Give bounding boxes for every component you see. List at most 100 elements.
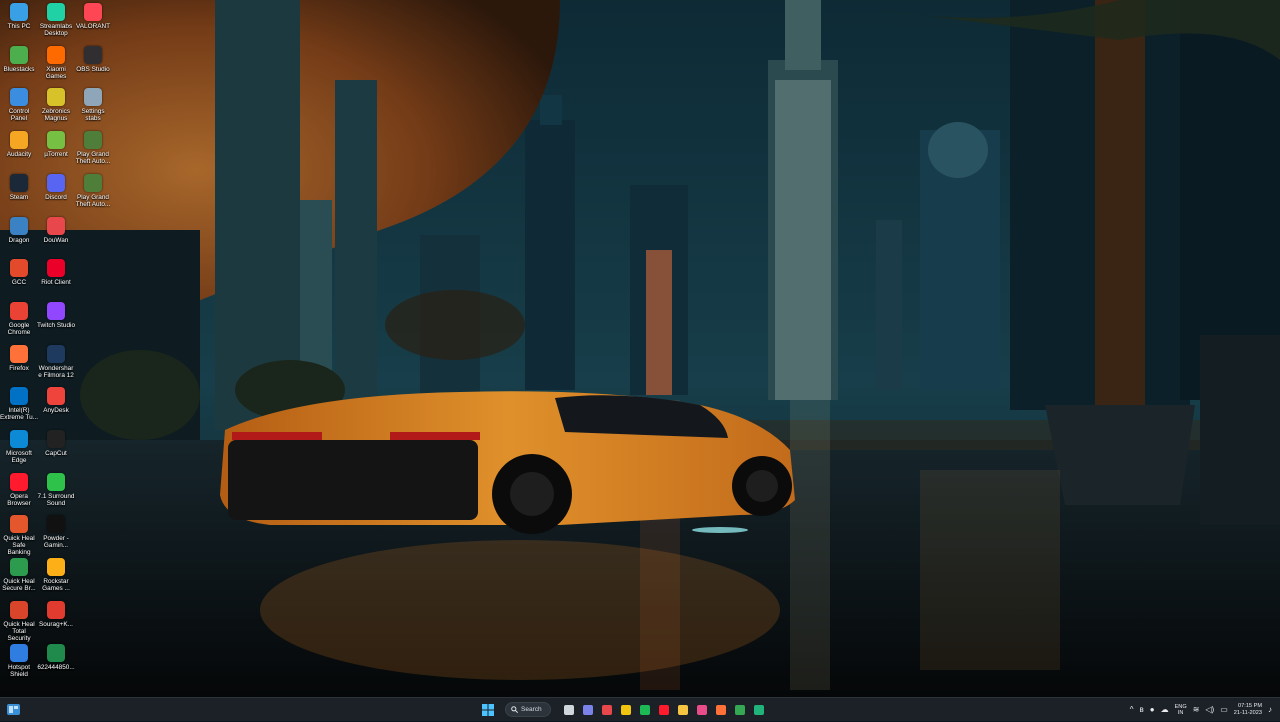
capcut-icon <box>47 430 65 448</box>
desktop-icon-powder[interactable]: Powder - Gamin... <box>37 515 75 549</box>
desktop-icon-control-panel[interactable]: Control Panel <box>0 88 38 122</box>
taskbar-app-spotify[interactable] <box>637 702 652 717</box>
windows-start-icon <box>481 703 494 716</box>
desktop-icon-pdf-file[interactable]: Sourag+K... <box>37 600 75 628</box>
desktop-icon-filmora[interactable]: Wondershare Filmora 12 <box>37 344 75 379</box>
desktop-icon-label: Wondershare Filmora 12 <box>38 364 74 379</box>
widgets-icon <box>7 704 20 715</box>
taskbar-app-task-view[interactable] <box>561 702 576 717</box>
chevron-up-icon[interactable]: ^ <box>1130 705 1134 714</box>
desktop-icon-label: Zebronics Magnus <box>41 108 71 123</box>
xiaomi-games-icon <box>47 45 65 64</box>
desktop-icon-utorrent[interactable]: µTorrent <box>37 131 75 158</box>
desktop-icon-twitch[interactable]: Twitch Studio <box>37 301 76 329</box>
desktop-icon-zebronics[interactable]: Zebronics Magnus <box>37 88 75 122</box>
desktop-icon-douwan[interactable]: DouWan <box>37 216 75 244</box>
desktop-icon-label: 622444850... <box>37 663 75 671</box>
desktop-icon-quickheal-browser[interactable]: Quick Heal Secure Br... <box>0 558 38 592</box>
desktop-icon-rockstar[interactable]: Rockstar Games ... <box>37 558 75 592</box>
desktop-icon-label: This PC <box>7 23 31 30</box>
desktop-icon-valorant[interactable]: VALORANT <box>74 3 112 30</box>
desktop-icon-opera[interactable]: Opera Browser <box>0 472 38 507</box>
this-pc-icon <box>10 3 28 21</box>
desktop-icon-bluestacks[interactable]: Bluestacks <box>0 45 38 73</box>
battery-icon[interactable]: ▭ <box>1220 705 1228 714</box>
desktop-icon-quickheal-total[interactable]: Quick Heal Total Security <box>0 600 38 642</box>
wifi-icon[interactable]: ≋ <box>1193 705 1200 714</box>
opera-icon <box>658 704 669 715</box>
taskbar-app-active-app[interactable] <box>751 702 766 717</box>
desktop-icon-audacity[interactable]: Audacity <box>0 131 38 158</box>
quickheal-total-icon <box>10 600 28 619</box>
desktop-icon-label: Bluestacks <box>3 65 35 73</box>
desktop-icon-gta[interactable]: Play Grand Theft Auto... <box>74 131 112 165</box>
taskbar-app-chat[interactable] <box>580 702 595 717</box>
taskbar-app-opera[interactable] <box>656 702 671 717</box>
language-indicator[interactable]: ENG IN <box>1175 704 1187 716</box>
gcc-icon <box>10 259 28 278</box>
desktop-icon-label: OBS Studio <box>76 65 110 73</box>
desktop-icon-capcut[interactable]: CapCut <box>37 430 75 457</box>
desktop-icon-label: CapCut <box>45 450 67 457</box>
desktop-icon-label: Steam <box>9 193 29 201</box>
volume-icon[interactable]: ◁) <box>1205 705 1214 714</box>
desktop-icon-edge[interactable]: Microsoft Edge <box>0 430 38 464</box>
desktop-icon-streamlabs[interactable]: Streamlabs Desktop <box>37 3 75 37</box>
steam-icon <box>10 173 28 192</box>
desktop-icon-gcc[interactable]: GCC <box>0 259 38 286</box>
desktop-icon-this-pc[interactable]: This PC <box>0 3 38 30</box>
taskbar-app-file-explorer[interactable] <box>675 702 690 717</box>
desktop-icon-intel[interactable]: Intel(R) Extreme Tu... <box>0 387 38 421</box>
taskbar-app-sticky-notes[interactable] <box>618 702 633 717</box>
taskbar-app-filmora[interactable] <box>694 702 709 717</box>
desktop-icon-label: Riot Client <box>41 279 71 287</box>
desktop-icon-file[interactable]: 622444850... <box>37 643 75 671</box>
taskbar-app-firefox[interactable] <box>713 702 728 717</box>
zebronics-icon <box>47 88 65 107</box>
gta-icon <box>84 173 102 192</box>
douwan-icon <box>47 216 65 235</box>
desktop-icon-label: GCC <box>11 279 27 287</box>
streamlabs-icon <box>47 3 65 21</box>
desktop-icon-quickheal[interactable]: Quick Heal Safe Banking <box>0 515 38 556</box>
desktop-icon-discord[interactable]: Discord <box>37 173 75 201</box>
desktop-icon-chrome[interactable]: Google Chrome <box>0 301 38 336</box>
desktop-icon-surround-sound[interactable]: 7.1 Surround Sound <box>37 472 75 507</box>
sticky-notes-icon <box>620 704 631 715</box>
clock-date: 21-11-2023 <box>1233 709 1262 716</box>
desktop-icon-label: Play Grand Theft Auto... <box>75 193 111 208</box>
desktop-icon-firefox[interactable]: Firefox <box>0 344 38 372</box>
desktop-icon-label: Quick Heal Secure Br... <box>2 578 36 593</box>
clock[interactable]: 07:15 PM 21-11-2023 <box>1234 703 1262 717</box>
desktop-icon-steam[interactable]: Steam <box>0 173 38 201</box>
taskbar-app-chrome[interactable] <box>732 702 747 717</box>
bluetooth-icon[interactable]: ʙ <box>1139 705 1143 714</box>
notification-bell-icon[interactable]: ♪ <box>1268 705 1272 714</box>
file-icon <box>47 643 65 662</box>
hotspot-shield-icon <box>10 643 28 662</box>
desktop-icon-xiaomi-games[interactable]: Xiaomi Games <box>37 45 75 80</box>
desktop-icon-gta[interactable]: Play Grand Theft Auto... <box>74 173 112 208</box>
desktop-icon-label: Twitch Studio <box>37 321 76 329</box>
desktop-icon-obs[interactable]: OBS Studio <box>74 45 112 73</box>
desktop-icon-label: Firefox <box>9 364 29 372</box>
rockstar-icon <box>47 558 65 577</box>
audacity-icon <box>10 131 28 150</box>
desktop-wallpaper <box>0 0 1280 697</box>
start-button[interactable] <box>480 702 495 717</box>
taskbar-app-office[interactable] <box>599 702 614 717</box>
desktop-icon-riot-client[interactable]: Riot Client <box>37 259 75 286</box>
dragon-icon <box>10 216 28 235</box>
taskbar-search[interactable]: Search <box>505 702 551 717</box>
widgets-button[interactable] <box>6 702 21 717</box>
language-code: ENG <box>1174 703 1187 710</box>
desktop-icon-hotspot-shield[interactable]: Hotspot Shield <box>0 643 38 678</box>
city-night-car-scene <box>0 0 1280 697</box>
desktop-icon-dragon[interactable]: Dragon <box>0 216 38 244</box>
desktop-icon-settings-folder[interactable]: Settings stabs <box>74 88 112 122</box>
desktop-icon-anydesk[interactable]: AnyDesk <box>37 387 75 414</box>
microphone-icon[interactable]: ● <box>1150 705 1155 714</box>
desktop-icon-label: µTorrent <box>44 151 68 159</box>
discord-icon <box>47 173 65 192</box>
cloud-icon[interactable]: ☁ <box>1161 705 1169 714</box>
